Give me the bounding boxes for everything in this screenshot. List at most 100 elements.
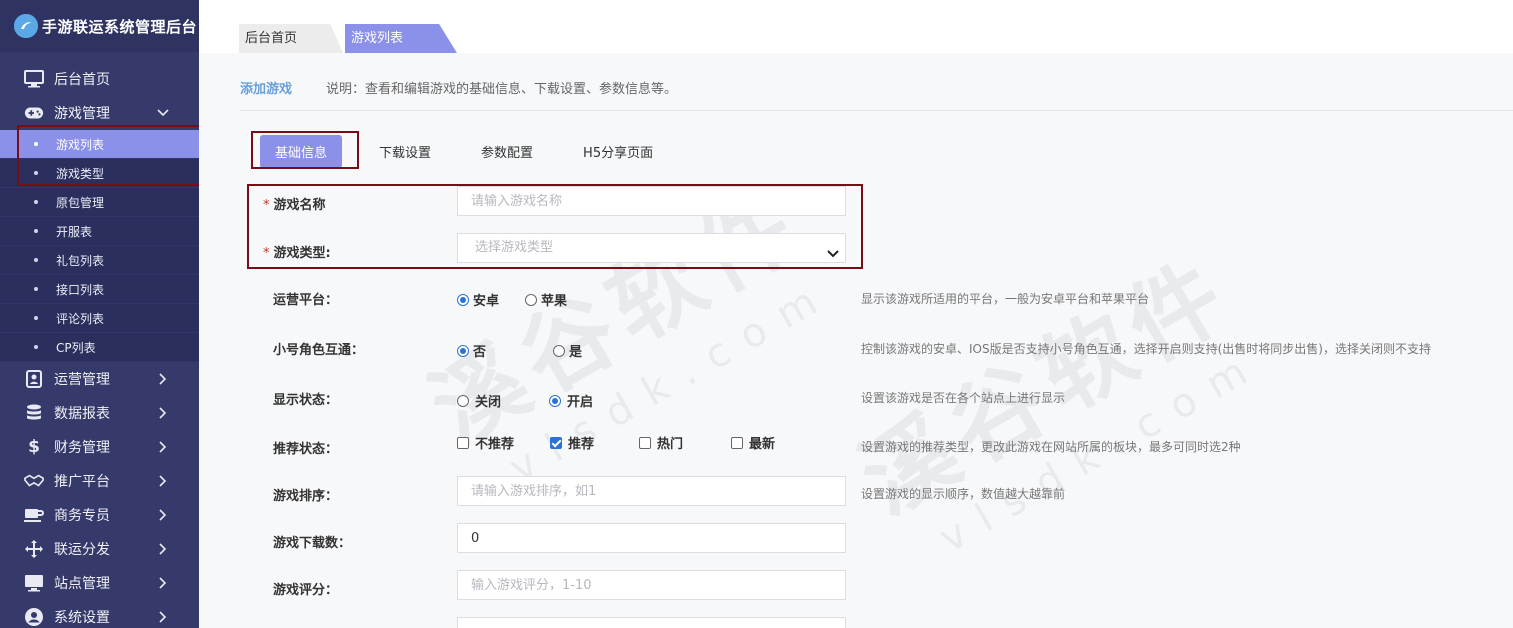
sidebar-item-reports[interactable]: 数据报表 [0, 396, 199, 430]
monitor-icon [24, 573, 44, 593]
tab-download-settings[interactable]: 下载设置 [379, 142, 431, 161]
sidebar: 手游联运系统管理后台 后台首页 游戏管理 游戏列表 游戏类型 原包管理 开服表 … [0, 0, 199, 628]
option-label: 开启 [567, 395, 594, 410]
database-icon [24, 403, 44, 423]
sort-help: 设置游戏的显示顺序，数值越大越靠前 [861, 487, 1066, 501]
sidebar-item-label: 游戏管理 [54, 106, 110, 122]
radio-yes[interactable]: 是 [553, 341, 582, 360]
sidebar-item-home[interactable]: 后台首页 [0, 62, 199, 96]
sidebar-item-label: 运营管理 [54, 372, 110, 388]
main-content: 溪谷软件 溪谷软件 vlsdk.com vlsdk.com 添加游戏 说明：查看… [199, 53, 1513, 628]
sidebar-item-settings[interactable]: 系统设置 [0, 600, 199, 628]
radio-button[interactable] [553, 344, 566, 357]
chevron-right-icon [155, 371, 171, 387]
sidebar-subitem-label: 评论列表 [56, 311, 105, 326]
page-header: 添加游戏 说明：查看和编辑游戏的基础信息、下载设置、参数信息等。 [240, 78, 677, 97]
highlight-box-form [247, 184, 863, 269]
sidebar-subitem-api[interactable]: 接口列表 [0, 275, 199, 304]
checkbox-new[interactable]: 最新 [731, 433, 775, 452]
sidebar-subitem-gift[interactable]: 礼包列表 [0, 246, 199, 275]
bullet-icon [34, 229, 38, 233]
highlight-box-sidebar [17, 125, 222, 186]
sidebar-subitem-server[interactable]: 开服表 [0, 217, 199, 246]
page-description: 说明：查看和编辑游戏的基础信息、下载设置、参数信息等。 [326, 82, 678, 97]
radio-button[interactable] [457, 344, 469, 357]
option-label: 热门 [657, 437, 684, 452]
option-label: 不推荐 [475, 437, 515, 452]
sidebar-item-finance[interactable]: $ 财务管理 [0, 430, 199, 464]
option-label: 苹果 [541, 294, 568, 309]
sidebar-subitem-label: 接口列表 [56, 282, 105, 297]
sidebar-subitem-label: CP列表 [56, 340, 96, 355]
sidebar-item-site[interactable]: 站点管理 [0, 566, 199, 600]
sidebar-subitem-label: 原包管理 [56, 195, 105, 210]
sidebar-item-label: 站点管理 [54, 576, 110, 592]
checkbox[interactable] [457, 436, 469, 449]
tab-home[interactable]: 后台首页 [239, 24, 343, 53]
option-label: 安卓 [473, 294, 500, 309]
display-status-options: 关闭 开启 [457, 391, 635, 410]
sidebar-item-business[interactable]: 商务专员 [0, 498, 199, 532]
sidebar-item-label: 商务专员 [54, 508, 110, 524]
chevron-right-icon [155, 575, 171, 591]
tab-param-config[interactable]: 参数配置 [481, 142, 533, 161]
sidebar-item-label: 联运分发 [54, 542, 110, 558]
bullet-icon [34, 258, 38, 262]
next-input[interactable] [457, 617, 846, 628]
radio-button[interactable] [457, 394, 469, 407]
sidebar-item-promotion[interactable]: 推广平台 [0, 464, 199, 498]
option-label: 是 [569, 345, 583, 360]
radio-android[interactable]: 安卓 [457, 290, 499, 309]
radio-on[interactable]: 开启 [549, 391, 593, 410]
radio-button[interactable] [457, 293, 469, 306]
checkbox-not-recommend[interactable]: 不推荐 [457, 433, 514, 452]
checkbox-recommend[interactable]: 推荐 [550, 433, 594, 452]
sidebar-subitem-label: 礼包列表 [56, 253, 105, 268]
sidebar-item-distribution[interactable]: 联运分发 [0, 532, 199, 566]
logo-icon [14, 14, 38, 38]
role-sync-label: 小号角色互通： [273, 343, 365, 358]
radio-button[interactable] [525, 293, 538, 306]
sort-input[interactable] [457, 476, 846, 506]
tab-h5-share[interactable]: H5分享页面 [583, 142, 653, 161]
platform-options: 安卓 苹果 [457, 290, 609, 309]
sidebar-item-label: 推广平台 [54, 474, 110, 490]
sidebar-subitem-cp[interactable]: CP列表 [0, 333, 199, 362]
sidebar-item-label: 财务管理 [54, 440, 110, 456]
logo-bar: 手游联运系统管理后台 [0, 0, 199, 52]
score-label: 游戏评分： [273, 583, 339, 598]
dollar-icon: $ [28, 437, 40, 457]
checkbox[interactable] [639, 436, 652, 449]
bullet-icon [34, 345, 38, 349]
option-label: 推荐 [568, 437, 595, 452]
radio-button[interactable] [549, 394, 562, 407]
sidebar-item-label: 后台首页 [54, 72, 110, 88]
checkbox[interactable] [550, 436, 563, 449]
sidebar-subitem-label: 开服表 [56, 224, 93, 239]
recommend-help: 设置游戏的推荐类型，更改此游戏在网站所属的板块，最多可同时选2种 [861, 440, 1241, 454]
display-status-help: 设置该游戏是否在各个站点上进行显示 [861, 391, 1066, 405]
platform-help: 显示该游戏所适用的平台，一般为安卓平台和苹果平台 [861, 292, 1150, 306]
bullet-icon [34, 287, 38, 291]
checkbox[interactable] [731, 436, 744, 449]
user-circle-icon [24, 607, 44, 627]
highlight-box-tab [251, 131, 359, 169]
chevron-right-icon [155, 541, 171, 557]
sidebar-subitem-package[interactable]: 原包管理 [0, 188, 199, 217]
radio-no[interactable]: 否 [457, 341, 486, 360]
sidebar-item-label: 系统设置 [54, 610, 110, 626]
sidebar-item-operation[interactable]: 运营管理 [0, 362, 199, 396]
downloads-input[interactable] [457, 523, 846, 553]
page-title: 添加游戏 [240, 82, 293, 97]
radio-ios[interactable]: 苹果 [525, 290, 567, 309]
recommend-label: 推荐状态： [273, 442, 339, 457]
chevron-right-icon [155, 507, 171, 523]
move-arrows-icon [24, 539, 44, 559]
option-label: 关闭 [475, 395, 502, 410]
checkbox-hot[interactable]: 热门 [639, 433, 683, 452]
sidebar-subitem-comment[interactable]: 评论列表 [0, 304, 199, 333]
radio-off[interactable]: 关闭 [457, 391, 501, 410]
score-input[interactable] [457, 570, 846, 600]
tab-game-list[interactable]: 游戏列表 [345, 24, 457, 53]
role-sync-options: 否 是 [457, 341, 624, 360]
